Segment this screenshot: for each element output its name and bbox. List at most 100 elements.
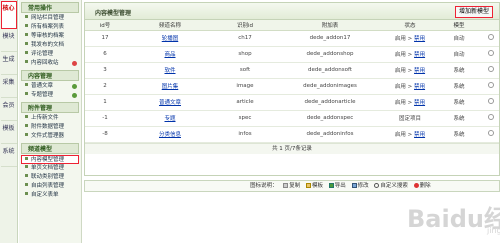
cell-name[interactable]: 软件 <box>125 62 215 79</box>
tab-core[interactable]: 核心 <box>0 1 17 29</box>
menu-item-free-list[interactable]: 自由列表管理 <box>19 182 81 191</box>
bullet-icon <box>25 33 28 36</box>
menu-item-custom-form[interactable]: 自定义表单 <box>19 191 81 200</box>
cell-select[interactable] <box>483 110 499 127</box>
tab-collect[interactable]: 采集 <box>0 76 17 98</box>
cell-id: 6 <box>85 46 125 63</box>
cell-model: 系统 <box>435 126 483 143</box>
row-radio[interactable] <box>488 66 494 72</box>
status-separator: > <box>405 52 415 58</box>
menu-item-articles[interactable]: 普通文章 <box>19 82 81 91</box>
cell-select[interactable] <box>483 94 499 111</box>
row-radio[interactable] <box>488 34 494 40</box>
icon-legend: 图标说明： 复制 模板 导出 修改 自定义搜索 删除 <box>84 180 500 192</box>
menu-item-upload[interactable]: 上传新文件 <box>19 114 81 123</box>
bullet-icon <box>25 92 28 95</box>
tab-system[interactable]: 系统 <box>0 145 17 167</box>
pager: 共 1 页/7条记录 <box>85 142 499 154</box>
disable-link[interactable]: 禁用 <box>414 36 425 42</box>
menu-section-channel-model[interactable]: 频道模型 <box>21 143 79 154</box>
row-radio[interactable] <box>488 114 494 120</box>
cell-name[interactable]: 轮播图 <box>125 30 215 47</box>
cell-nid: soft <box>215 62 275 79</box>
cell-name[interactable]: 商品 <box>125 46 215 63</box>
disable-link[interactable]: 禁用 <box>414 68 425 74</box>
menu-item-label: 评论管理 <box>31 51 54 57</box>
disable-link[interactable]: 禁用 <box>414 84 425 90</box>
menu-item-recycle[interactable]: 内容回收站 <box>19 59 81 68</box>
cell-select[interactable] <box>483 78 499 95</box>
tab-module[interactable]: 模块 <box>0 30 17 52</box>
legend-custom-search[interactable]: 自定义搜索 <box>374 183 408 189</box>
row-radio[interactable] <box>488 82 494 88</box>
cell-id: 3 <box>85 62 125 79</box>
col-id: id号 <box>85 20 125 31</box>
menu-item-attachment-data[interactable]: 附件数据管理 <box>19 123 81 132</box>
model-panel: 内容模型管理 增加新模型 id号 频道名称 识别id 附加表 状态 模型 17 … <box>84 2 500 176</box>
menu-item-label: 网站栏目管理 <box>31 15 65 21</box>
table-row: 3 软件 soft dede_addonsoft 启用 > 禁用 系统 <box>85 62 499 79</box>
status-text: 固定项目 <box>398 116 421 122</box>
clear-icon[interactable] <box>72 61 77 66</box>
cell-model: 自动 <box>435 30 483 47</box>
row-radio[interactable] <box>488 130 494 136</box>
legend-template[interactable]: 模板 <box>306 183 323 189</box>
tab-generate[interactable]: 生成 <box>0 53 17 75</box>
row-radio[interactable] <box>488 50 494 56</box>
cell-name[interactable]: 专题 <box>125 110 215 127</box>
menu-item-column-manage[interactable]: 网站栏目管理 <box>19 14 81 23</box>
table-row: 2 图片集 image dede_addonimages 启用 > 禁用 系统 <box>85 78 499 95</box>
add-model-button[interactable]: 增加新模型 <box>454 6 493 18</box>
copy-icon <box>283 183 289 188</box>
menu-item-linkage[interactable]: 联动类别管理 <box>19 173 81 182</box>
cell-name[interactable]: 图片集 <box>125 78 215 95</box>
add-icon[interactable] <box>72 84 77 89</box>
menu-item-label: 文件式管理器 <box>31 133 65 139</box>
tab-template[interactable]: 模板 <box>0 122 17 144</box>
menu-item-my-docs[interactable]: 我发布的文档 <box>19 41 81 50</box>
bullet-icon <box>25 83 28 86</box>
menu-item-label: 所有档案列表 <box>31 24 65 30</box>
table-body: 17 轮播图 ch17 dede_addon17 启用 > 禁用 自动 6 商品 shop ded… <box>85 30 499 143</box>
cell-name[interactable]: 普通文章 <box>125 94 215 111</box>
status-text: 启用 <box>394 100 406 106</box>
cell-select[interactable] <box>483 126 499 143</box>
cell-select[interactable] <box>483 46 499 63</box>
cell-model: 系统 <box>435 62 483 79</box>
menu-section-content[interactable]: 内容管理 <box>21 70 79 81</box>
status-separator: > <box>405 84 415 90</box>
legend-copy[interactable]: 复制 <box>283 183 300 189</box>
disable-link[interactable]: 禁用 <box>414 52 425 58</box>
menu-item-single-page[interactable]: 单页文档管理 <box>19 164 81 173</box>
watermark-url: jingyan.baidu.com <box>487 226 500 235</box>
panel-header: 内容模型管理 增加新模型 <box>85 3 499 20</box>
menu-item-comments[interactable]: 评论管理 <box>19 50 81 59</box>
cell-table: dede_addonsoft <box>275 62 385 79</box>
menu-item-file-manager[interactable]: 文件式管理器 <box>19 132 81 141</box>
legend-export[interactable]: 导出 <box>328 183 346 189</box>
table-row: 1 普通文章 article dede_addonarticle 启用 > 禁用 系统 <box>85 94 499 111</box>
vertical-tab-bar: 核心 模块 生成 采集 会员 模板 系统 <box>0 0 18 243</box>
menu-item-specials[interactable]: 专题管理 <box>19 91 81 100</box>
disable-link[interactable]: 禁用 <box>414 100 425 106</box>
template-icon <box>306 183 312 188</box>
col-table: 附加表 <box>275 20 385 31</box>
cell-name[interactable]: 分类信息 <box>125 126 215 143</box>
add-icon[interactable] <box>72 93 77 98</box>
delete-icon <box>413 183 419 188</box>
cell-model: 系统 <box>435 110 483 127</box>
legend-delete[interactable]: 删除 <box>413 183 431 189</box>
menu-section-common[interactable]: 常用操作 <box>21 2 79 13</box>
disable-link[interactable]: 禁用 <box>414 132 425 138</box>
cell-select[interactable] <box>483 62 499 79</box>
legend-edit[interactable]: 修改 <box>351 183 369 189</box>
cell-select[interactable] <box>483 30 499 47</box>
tab-member[interactable]: 会员 <box>0 99 17 121</box>
menu-item-content-model[interactable]: 内容模型管理 <box>21 155 79 164</box>
watermark-logo: Baidu经验 <box>407 205 500 233</box>
row-radio[interactable] <box>488 98 494 104</box>
menu-item-all-archives[interactable]: 所有档案列表 <box>19 23 81 32</box>
legend-label: 图标说明： <box>250 183 278 189</box>
menu-section-attachments[interactable]: 附件管理 <box>21 102 79 113</box>
menu-item-pending[interactable]: 等审核的档案 <box>19 32 81 41</box>
